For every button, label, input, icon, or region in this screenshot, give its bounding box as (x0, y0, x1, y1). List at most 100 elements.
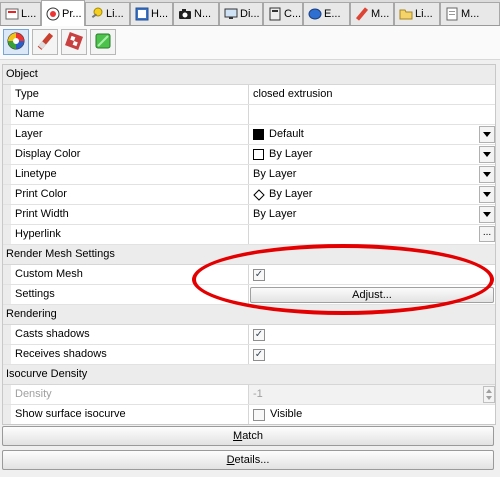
calculator-icon (267, 7, 282, 22)
row-print-color: Print Color By Layer (3, 185, 495, 205)
tab-lights[interactable]: Li... (85, 2, 130, 25)
object-properties-icon (6, 31, 26, 54)
match-button[interactable]: Match (2, 426, 494, 446)
hyperlink-field[interactable]: ... (249, 225, 495, 244)
tab-label: E... (324, 8, 341, 20)
tab-label: Pr... (62, 7, 82, 20)
density-field[interactable]: -1 (249, 385, 495, 404)
tab-display[interactable]: Di... (219, 2, 263, 25)
print-color-dropdown-arrow-icon[interactable] (479, 186, 495, 203)
display-color-dropdown-arrow-icon[interactable] (479, 146, 495, 163)
section-object: Object (3, 65, 495, 85)
decal-button[interactable] (90, 29, 116, 55)
adjust-button[interactable]: Adjust... (250, 286, 494, 303)
name-field[interactable] (249, 105, 495, 124)
display-color-label: Display Color (11, 145, 249, 164)
layer-dropdown-arrow-icon[interactable] (479, 126, 495, 143)
document-icon (444, 7, 459, 22)
show-isocurve-label: Show surface isocurve (11, 405, 249, 424)
print-width-dropdown-arrow-icon[interactable] (479, 206, 495, 223)
layer-value: Default (269, 128, 304, 140)
tab-layers[interactable]: L... (0, 2, 41, 25)
row-show-surface-isocurve: Show surface isocurve Visible (3, 405, 495, 424)
tab-label: L... (21, 8, 37, 20)
tab-libraries[interactable]: Li... (394, 2, 440, 25)
texture-mapping-button[interactable] (61, 29, 87, 55)
row-name: Name (3, 105, 495, 125)
display-icon (223, 7, 238, 22)
object-properties-button[interactable] (3, 29, 29, 55)
custom-mesh-label: Custom Mesh (11, 265, 249, 284)
layer-color-swatch (253, 129, 264, 140)
casts-shadows-label: Casts shadows (11, 325, 249, 344)
row-print-width: Print Width By Layer (3, 205, 495, 225)
tab-environment[interactable]: E... (303, 2, 350, 25)
display-color-select[interactable]: By Layer (249, 145, 495, 164)
density-spinner-icon[interactable] (483, 386, 495, 403)
tab-properties[interactable]: Pr... (41, 0, 85, 26)
hyperlink-label: Hyperlink (11, 225, 249, 244)
custom-mesh-checkbox[interactable] (253, 268, 265, 281)
print-width-value: By Layer (253, 208, 297, 220)
tab-label: Di... (240, 8, 260, 20)
materials-icon (354, 7, 369, 22)
tab-materials[interactable]: M... (350, 2, 394, 25)
visible-label: Visible (270, 408, 303, 420)
tab-help[interactable]: H... (130, 2, 173, 25)
details-button[interactable]: Details... (2, 450, 494, 470)
receives-shadows-checkbox[interactable] (253, 348, 265, 361)
settings-label: Settings (11, 285, 249, 304)
row-hyperlink: Hyperlink ... (3, 225, 495, 245)
row-casts-shadows: Casts shadows (3, 325, 495, 345)
casts-shadows-checkbox[interactable] (253, 328, 265, 341)
hyperlink-browse-button[interactable]: ... (479, 226, 495, 242)
row-settings: Settings Adjust... (3, 285, 495, 305)
section-render-mesh-settings: Render Mesh Settings (3, 245, 495, 265)
row-layer: Layer Default (3, 125, 495, 145)
tab-label: Li... (106, 8, 124, 20)
tab-named-views[interactable]: N... (173, 2, 219, 25)
name-label: Name (11, 105, 249, 124)
tab-label: N... (194, 8, 212, 20)
row-type: Type closed extrusion (3, 85, 495, 105)
texture-mapping-icon (64, 31, 84, 54)
tab-more[interactable]: M... (440, 2, 500, 25)
material-button[interactable] (32, 29, 58, 55)
section-rendering: Rendering (3, 305, 495, 325)
print-width-select[interactable]: By Layer (249, 205, 495, 224)
environment-icon (307, 7, 322, 22)
type-value: closed extrusion (253, 88, 333, 100)
layers-icon (4, 7, 19, 22)
property-grid: Object Type closed extrusion Name Layer … (2, 64, 496, 425)
tab-label: M... (461, 8, 480, 20)
print-color-label: Print Color (11, 185, 249, 204)
row-custom-mesh: Custom Mesh (3, 265, 495, 285)
tab-label: C... (284, 8, 302, 20)
print-color-value: By Layer (269, 188, 313, 200)
panel-tab-bar: L... Pr... Li... H... N... Di... C... E.… (0, 0, 500, 26)
print-color-select[interactable]: By Layer (249, 185, 495, 204)
row-display-color: Display Color By Layer (3, 145, 495, 165)
properties-icon (45, 6, 60, 21)
display-color-swatch (253, 149, 264, 160)
row-receives-shadows: Receives shadows (3, 345, 495, 365)
by-layer-diamond-icon (253, 188, 265, 201)
properties-toolbar (0, 26, 500, 60)
decal-icon (93, 31, 113, 54)
tab-label: Li... (415, 8, 433, 20)
material-icon (35, 31, 55, 54)
tab-calculator[interactable]: C... (263, 2, 303, 25)
density-value: -1 (253, 388, 263, 400)
tab-label: M... (371, 8, 390, 20)
tab-label: H... (151, 8, 169, 20)
linetype-dropdown-arrow-icon[interactable] (479, 166, 495, 183)
linetype-select[interactable]: By Layer (249, 165, 495, 184)
section-isocurve-density: Isocurve Density (3, 365, 495, 385)
show-isocurve-checkbox[interactable] (253, 408, 265, 421)
linetype-value: By Layer (253, 168, 297, 180)
layer-select[interactable]: Default (249, 125, 495, 144)
display-color-value: By Layer (269, 148, 313, 160)
help-icon (134, 7, 149, 22)
camera-icon (177, 7, 192, 22)
type-label: Type (11, 85, 249, 104)
